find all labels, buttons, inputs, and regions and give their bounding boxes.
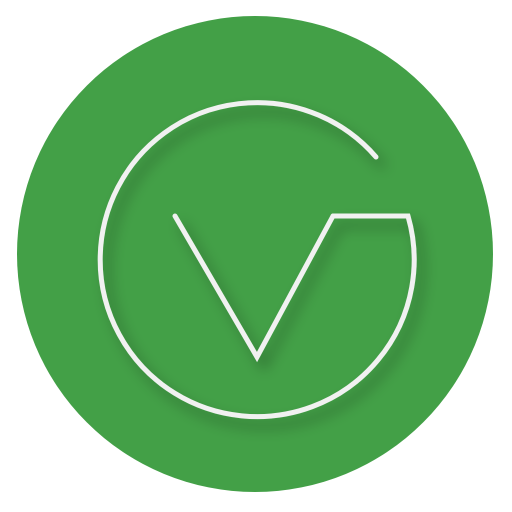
gv-logo-icon (17, 16, 493, 492)
app-icon (0, 0, 512, 512)
green-disc (17, 16, 493, 492)
